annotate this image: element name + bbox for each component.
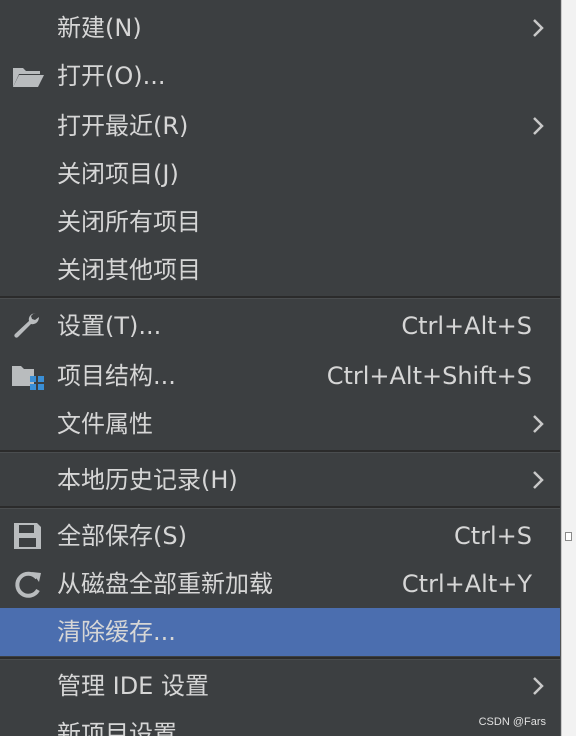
menu-separator: [0, 657, 560, 660]
watermark: CSDN @Fars: [478, 716, 546, 728]
menu-item-settings[interactable]: 设置(T)... Ctrl+Alt+S: [0, 302, 560, 350]
menu-separator: [0, 450, 560, 453]
menu-item-label: 关闭其他项目: [57, 256, 201, 284]
menu-item-shortcut: Ctrl+Alt+Y: [401, 570, 532, 598]
resize-handle[interactable]: [565, 532, 572, 541]
menu-item-save-all[interactable]: 全部保存(S) Ctrl+S: [0, 512, 560, 560]
save-icon: [14, 523, 41, 549]
menu-item-label: 新项目设置: [57, 720, 177, 736]
menu-item-label: 全部保存(S): [57, 522, 187, 550]
menu-item-project-structure[interactable]: 项目结构... Ctrl+Alt+Shift+S: [0, 352, 560, 400]
menu-item-file-properties[interactable]: 文件属性: [0, 400, 560, 448]
menu-item-shortcut: Ctrl+S: [453, 522, 532, 550]
chevron-right-icon: [533, 117, 544, 135]
chevron-right-icon: [533, 677, 544, 695]
menu-item-shortcut: Ctrl+Alt+S: [401, 312, 532, 340]
menu-item-label: 打开(O)...: [57, 62, 166, 90]
menu-item-label: 新建(N): [57, 14, 142, 42]
menu-separator: [0, 506, 560, 509]
menu-item-local-history[interactable]: 本地历史记录(H): [0, 456, 560, 504]
menu-item-label: 清除缓存...: [57, 618, 176, 646]
menu-item-new-project-settings[interactable]: 新项目设置: [0, 710, 560, 736]
menu-separator: [0, 296, 560, 299]
menu-item-invalidate-caches[interactable]: 清除缓存...: [0, 608, 560, 656]
menu-item-label: 从磁盘全部重新加载: [57, 570, 273, 598]
menu-item-label: 打开最近(R): [57, 112, 189, 140]
project-structure-icon: [12, 366, 44, 390]
menu-item-close-other-projects[interactable]: 关闭其他项目: [0, 246, 560, 294]
menu-item-reload-all-from-disk[interactable]: 从磁盘全部重新加载 Ctrl+Alt+Y: [0, 560, 560, 608]
menu-item-label: 关闭项目(J): [57, 160, 179, 188]
wrench-icon: [14, 313, 39, 338]
chevron-right-icon: [533, 415, 544, 433]
background-window-edge: [561, 0, 576, 736]
menu-item-label: 管理 IDE 设置: [57, 672, 209, 700]
menu-item-open-recent[interactable]: 打开最近(R): [0, 102, 560, 150]
menu-item-shortcut: Ctrl+Alt+Shift+S: [326, 362, 532, 390]
file-menu: 新建(N) 打开(O)... 打开最近(R) 关闭项目(J) 关闭所有项目 关闭…: [0, 0, 561, 736]
menu-item-close-project[interactable]: 关闭项目(J): [0, 150, 560, 198]
menu-item-open[interactable]: 打开(O)...: [0, 52, 560, 100]
menu-item-label: 设置(T)...: [57, 312, 162, 340]
menu-item-close-all-projects[interactable]: 关闭所有项目: [0, 198, 560, 246]
menu-item-new[interactable]: 新建(N): [0, 4, 560, 52]
menu-item-label: 文件属性: [57, 410, 153, 438]
menu-item-label: 关闭所有项目: [57, 208, 201, 236]
folder-open-icon: [13, 68, 44, 87]
reload-icon: [15, 571, 41, 598]
menu-item-manage-ide-settings[interactable]: 管理 IDE 设置: [0, 662, 560, 710]
chevron-right-icon: [533, 19, 544, 37]
menu-item-label: 项目结构...: [57, 362, 176, 390]
chevron-right-icon: [533, 471, 544, 489]
menu-item-label: 本地历史记录(H): [57, 466, 238, 494]
